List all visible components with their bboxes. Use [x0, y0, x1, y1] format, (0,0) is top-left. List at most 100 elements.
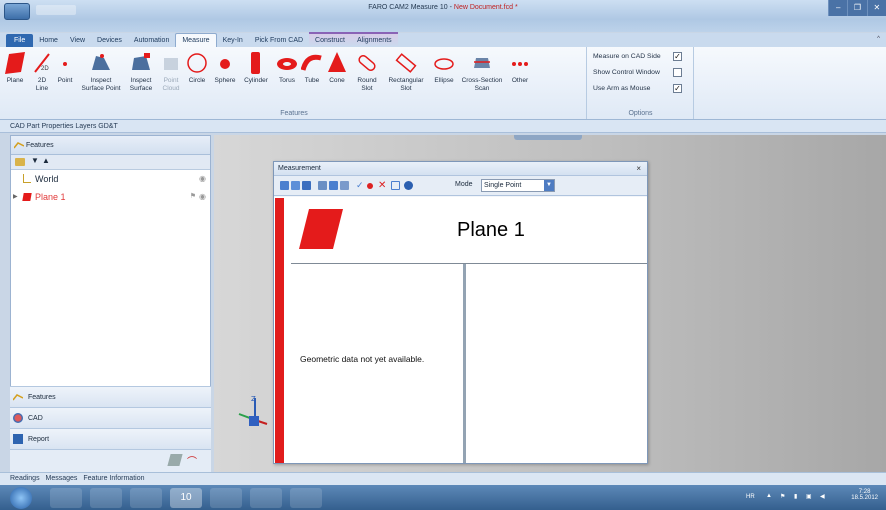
- workspace-handle[interactable]: [514, 135, 582, 140]
- circle-button[interactable]: Circle: [185, 50, 209, 85]
- eye-icon[interactable]: ◉: [199, 170, 206, 188]
- grid-icon[interactable]: [291, 181, 300, 190]
- feature-header: Plane 1: [291, 197, 647, 264]
- nav-cad[interactable]: CAD: [10, 407, 211, 428]
- tab-key-in[interactable]: Key-In: [217, 34, 249, 47]
- tab-view[interactable]: View: [64, 34, 91, 47]
- cylinder-button[interactable]: Cylinder: [241, 50, 271, 85]
- help-icon[interactable]: [404, 181, 413, 190]
- eye-icon[interactable]: ◉: [199, 188, 206, 206]
- tab-feature-information[interactable]: Feature Information: [83, 475, 144, 482]
- torus-button[interactable]: Torus: [274, 50, 300, 85]
- outlook-icon[interactable]: [210, 488, 242, 508]
- measurement-title-bar[interactable]: Measurement ×: [274, 162, 647, 176]
- tab-measure[interactable]: Measure: [175, 33, 217, 47]
- chevron-down-icon[interactable]: ▼: [544, 180, 554, 191]
- ribbon-collapse-icon[interactable]: ^: [877, 36, 880, 42]
- taskbar: 10 HR ▲ ⚑ ▮ ▣ ◀ 7:28 18.5.2012: [0, 485, 886, 510]
- media-player-icon[interactable]: [90, 488, 122, 508]
- check-icon[interactable]: ✓: [356, 181, 365, 190]
- explorer-icon[interactable]: [50, 488, 82, 508]
- tube-button[interactable]: Tube: [300, 50, 323, 85]
- tab-readings[interactable]: Readings: [10, 475, 40, 482]
- point-cloud-label: Point Cloud: [162, 77, 180, 92]
- tab-pick-from-cad[interactable]: Pick From CAD: [249, 34, 309, 47]
- language-indicator[interactable]: HR: [746, 494, 755, 500]
- volume-icon[interactable]: ◀: [820, 493, 825, 500]
- folder-icon[interactable]: [15, 158, 25, 166]
- ribbon: Plane 2D 2D Line Point Inspect Surface P…: [0, 47, 886, 120]
- expand-down-icon[interactable]: ▼: [31, 156, 39, 165]
- other-button[interactable]: Other: [507, 50, 533, 85]
- tray-arrow-icon[interactable]: ▲: [766, 493, 772, 499]
- ellipse-button[interactable]: Ellipse: [430, 50, 458, 85]
- flag-icon[interactable]: ⚑: [780, 493, 785, 500]
- close-icon[interactable]: ✕: [866, 0, 886, 16]
- clock-date: 18.5.2012: [851, 495, 878, 501]
- tab-devices[interactable]: Devices: [91, 34, 128, 47]
- network-icon[interactable]: ▣: [806, 493, 812, 500]
- folder-icon[interactable]: [250, 488, 282, 508]
- measure-app-icon[interactable]: 10: [170, 488, 202, 508]
- svg-text:2D: 2D: [41, 66, 49, 72]
- show-control-window-checkbox[interactable]: [673, 68, 682, 77]
- cad-properties-bar[interactable]: CAD Part Properties Layers GD&T: [0, 120, 886, 133]
- paint-icon[interactable]: [290, 488, 322, 508]
- use-arm-as-mouse-checkbox[interactable]: ✓: [673, 84, 682, 93]
- inspect-surface-point-button[interactable]: Inspect Surface Point: [80, 50, 122, 93]
- tab-home[interactable]: Home: [33, 34, 64, 47]
- tab-file[interactable]: File: [6, 34, 34, 47]
- collapse-up-icon[interactable]: ▲: [42, 156, 50, 165]
- circle-icon: [185, 50, 209, 75]
- point-cloud-button[interactable]: Point Cloud: [160, 50, 182, 93]
- curve-icon[interactable]: ⌒: [187, 453, 197, 468]
- frame-icon[interactable]: [391, 181, 400, 190]
- round-slot-button[interactable]: Round Slot: [352, 50, 382, 93]
- measure-on-cad-side-checkbox[interactable]: ✓: [673, 52, 682, 61]
- tree-item-plane-1[interactable]: ▶ Plane 1 ⚑ ◉: [11, 188, 210, 206]
- plane-feature-icon: [22, 193, 32, 201]
- inspect-surface-point-icon: [80, 50, 122, 75]
- chart-icon[interactable]: [318, 181, 327, 190]
- histogram-icon[interactable]: [329, 181, 338, 190]
- cross-section-scan-button[interactable]: Cross-Section Scan: [460, 50, 504, 93]
- tab-messages[interactable]: Messages: [46, 475, 78, 482]
- chrome-icon[interactable]: [130, 488, 162, 508]
- inspect-surface-point-label: Inspect Surface Point: [81, 77, 121, 92]
- battery-icon[interactable]: ▮: [794, 493, 797, 500]
- tab-automation[interactable]: Automation: [128, 34, 175, 47]
- tab-alignments[interactable]: Alignments: [351, 32, 398, 47]
- mode-select[interactable]: Single Point ▼: [481, 179, 555, 192]
- sphere-button[interactable]: Sphere: [212, 50, 238, 85]
- point-button[interactable]: Point: [54, 50, 76, 85]
- plane-button[interactable]: Plane: [4, 50, 26, 85]
- circle-label: Circle: [188, 77, 206, 84]
- ribbon-tab-bar: File Home View Devices Automation Measur…: [0, 32, 886, 47]
- delete-icon[interactable]: ✕: [378, 181, 387, 191]
- record-icon[interactable]: [367, 183, 373, 189]
- cross-section-scan-icon: [460, 50, 504, 75]
- cylinder-label: Cylinder: [244, 77, 268, 84]
- cone-button[interactable]: Cone: [325, 50, 349, 85]
- rectangular-slot-button[interactable]: Rectangular Slot: [385, 50, 427, 93]
- settings-icon[interactable]: [280, 181, 289, 190]
- flag-icon[interactable]: ⚑: [190, 188, 196, 206]
- close-icon[interactable]: ×: [636, 162, 641, 176]
- tree-item-world[interactable]: World ◉: [11, 170, 210, 188]
- ellipse-icon: [430, 50, 458, 75]
- target-icon[interactable]: [302, 181, 311, 190]
- line-2d-label: 2D Line: [35, 77, 49, 92]
- table-icon[interactable]: [340, 181, 349, 190]
- nav-features[interactable]: Features: [10, 386, 211, 407]
- start-button[interactable]: [10, 487, 32, 509]
- minimize-icon[interactable]: –: [828, 0, 847, 16]
- inspect-surface-button[interactable]: Inspect Surface: [126, 50, 156, 93]
- maximize-icon[interactable]: ❐: [847, 0, 866, 16]
- expand-arrow-icon[interactable]: ▶: [13, 188, 18, 206]
- cube-icon[interactable]: [167, 454, 183, 466]
- clock[interactable]: 7:28 18.5.2012: [851, 489, 878, 501]
- other-icon: [507, 50, 533, 75]
- nav-report[interactable]: Report: [10, 428, 211, 449]
- tab-construct[interactable]: Construct: [309, 32, 352, 47]
- line-2d-button[interactable]: 2D 2D Line: [32, 50, 52, 93]
